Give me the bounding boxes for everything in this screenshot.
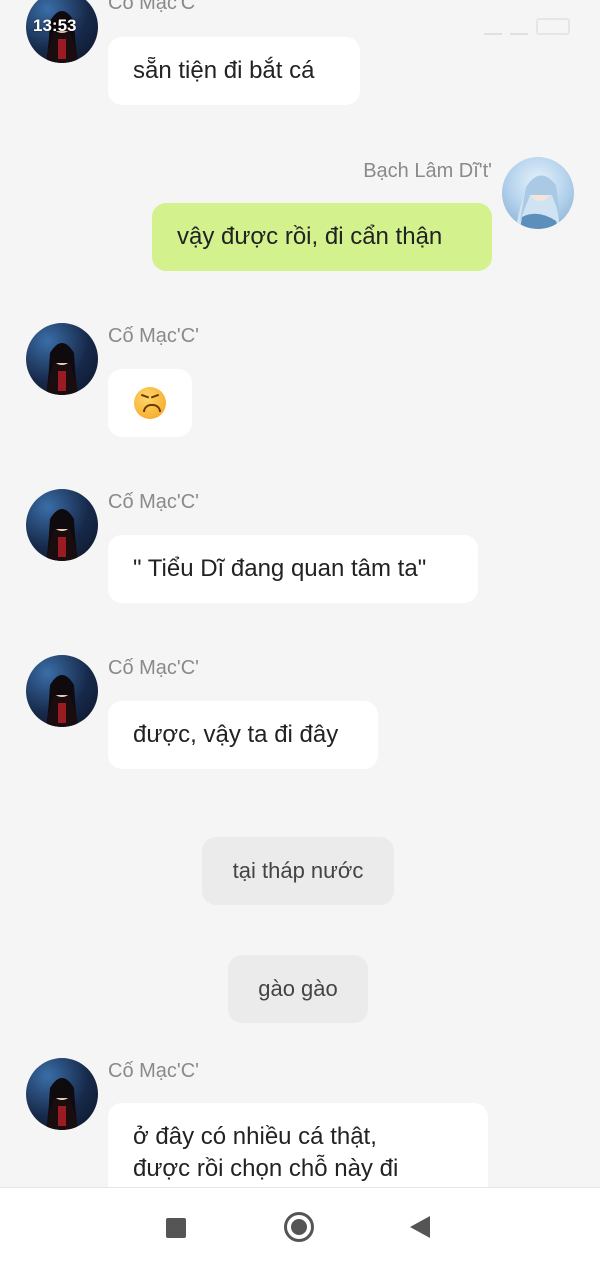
avatar[interactable] (502, 157, 574, 229)
message-text: vậy được rồi, đi cẩn thận (177, 223, 443, 250)
system-message: gào gào (228, 955, 368, 1023)
message-bubble[interactable]: " Tiểu Dĩ đang quan tâm ta" (108, 535, 478, 603)
signal-icon (484, 19, 502, 35)
wifi-icon (510, 19, 528, 35)
battery-icon (536, 18, 570, 35)
message-bubble[interactable] (108, 369, 192, 437)
status-icons (484, 18, 570, 35)
message-bubble[interactable]: được, vậy ta đi đây (108, 701, 378, 769)
message-text: " Tiểu Dĩ đang quan tâm ta" (133, 555, 427, 582)
message-bubble[interactable]: vậy được rồi, đi cẩn thận (152, 203, 492, 271)
back-icon[interactable] (410, 1216, 430, 1238)
sender-name: Cố Mạc'C' (108, 0, 199, 14)
avatar[interactable] (26, 489, 98, 561)
message-bubble[interactable]: sẵn tiện đi bắt cá (108, 37, 360, 105)
system-message-text: tại tháp nước (232, 858, 364, 883)
home-icon[interactable] (284, 1212, 314, 1242)
sender-name: Cố Mạc'C' (108, 491, 199, 513)
system-message-text: gào gào (258, 976, 338, 1001)
message-text: được, vậy ta đi đây (133, 721, 339, 748)
message-text: sẵn tiện đi bắt cá (133, 57, 315, 84)
message-text-line: được rồi chọn chỗ này đi (133, 1155, 399, 1182)
persevering-face-emoji (134, 387, 166, 419)
avatar[interactable] (26, 323, 98, 395)
sender-name: Bạch Lâm Dĩ't' (363, 160, 492, 182)
recent-apps-icon[interactable] (166, 1218, 186, 1238)
sender-name: Cố Mạc'C' (108, 325, 199, 347)
sender-name: Cố Mạc'C' (108, 1060, 199, 1082)
avatar[interactable] (26, 655, 98, 727)
sender-name: Cố Mạc'C' (108, 657, 199, 679)
avatar[interactable] (26, 1058, 98, 1130)
system-message: tại tháp nước (202, 837, 394, 905)
status-time: 13:53 (33, 16, 77, 35)
message-text-line: ở đây có nhiều cá thật, (133, 1123, 377, 1150)
navigation-bar (0, 1187, 600, 1267)
